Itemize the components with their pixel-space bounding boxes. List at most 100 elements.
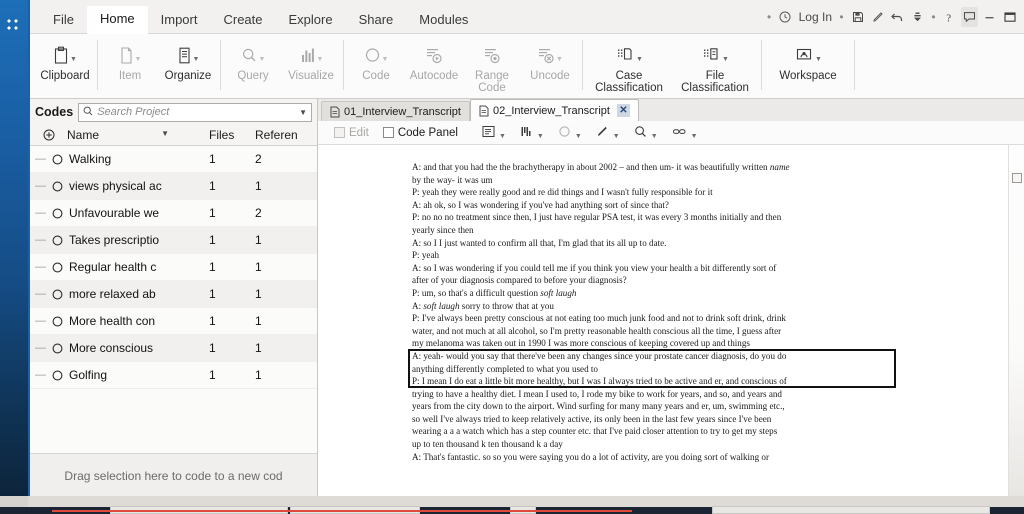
table-row[interactable]: — views physical ac 1 1: [30, 173, 317, 200]
ribbon-button-file-classification[interactable]: ▼ File Classification: [672, 34, 758, 98]
drag-drop-zone[interactable]: Drag selection here to code to a new cod: [30, 453, 317, 497]
checkbox-icon[interactable]: [334, 127, 345, 138]
ribbon-button-uncode[interactable]: ▼ Uncode: [521, 34, 579, 98]
ribbon-divider-4: [582, 40, 583, 90]
table-row[interactable]: — More conscious 1 1: [30, 335, 317, 362]
document-tab-label: 02_Interview_Transcript: [492, 104, 610, 117]
ribbon-button-workspace[interactable]: ▼ Workspace: [765, 34, 851, 98]
chevron-down-icon[interactable]: ▼: [651, 133, 658, 140]
tree-connector: —: [35, 369, 46, 381]
code-references-count: 1: [255, 368, 262, 382]
add-code-icon[interactable]: [35, 129, 63, 141]
chevron-down-icon[interactable]: ▼: [299, 108, 307, 117]
code-references-count: 2: [255, 152, 262, 166]
code-name: More conscious: [69, 341, 154, 355]
menu-item-import[interactable]: Import: [148, 7, 211, 34]
workspace-body: Codes Search Project ▼ Name ▼ Files Refe…: [30, 99, 1024, 513]
column-header-name[interactable]: Name ▼: [63, 128, 209, 142]
table-row[interactable]: — More health con 1 1: [30, 308, 317, 335]
chat-icon[interactable]: [961, 7, 978, 27]
ribbon-button-clipboard[interactable]: ▼ Clipboard: [36, 34, 94, 98]
code-circle-icon[interactable]: [47, 370, 67, 381]
redo-dropdown-icon[interactable]: [909, 7, 926, 27]
link-button[interactable]: ▼: [666, 125, 704, 141]
move-grip-icon[interactable]: [6, 18, 23, 33]
code-circle-icon[interactable]: [47, 181, 67, 192]
ribbon-button-query[interactable]: ▼ Query: [224, 34, 282, 98]
highlight-button[interactable]: ▼: [590, 125, 626, 141]
code-name: Takes prescriptio: [69, 233, 160, 247]
pencil-icon[interactable]: [869, 7, 886, 27]
tree-connector: —: [35, 261, 46, 273]
menu-item-share[interactable]: Share: [346, 7, 407, 34]
menu-item-file[interactable]: File: [40, 7, 87, 34]
code-circle-icon[interactable]: [47, 289, 67, 300]
transcript-name-italic: name: [769, 162, 790, 172]
ribbon-button-visualize[interactable]: ▼ Visualize: [282, 34, 340, 98]
ribbon-button-autocode[interactable]: Autocode: [405, 34, 463, 98]
save-icon[interactable]: [849, 7, 866, 27]
code-circle-icon[interactable]: [47, 154, 67, 165]
scrollbar-thumb[interactable]: [1012, 173, 1022, 183]
chevron-down-icon[interactable]: ▼: [613, 133, 620, 140]
table-row[interactable]: — Golfing 1 1: [30, 362, 317, 389]
checkbox-icon[interactable]: [382, 127, 394, 138]
document-scroll-area[interactable]: A: and that you had the the brachytherap…: [318, 145, 1024, 513]
document-vertical-scrollbar[interactable]: [1008, 145, 1024, 513]
table-row[interactable]: — Unfavourable we 1 2: [30, 200, 317, 227]
separator-dot: •: [767, 10, 772, 24]
zoom-button[interactable]: ▼: [628, 125, 664, 141]
document-tab-02[interactable]: 02_Interview_Transcript ✕: [469, 99, 639, 121]
link-icon: [672, 125, 687, 141]
minimize-icon[interactable]: [981, 7, 998, 27]
code-circle-icon[interactable]: [47, 235, 67, 246]
code-panel-toggle-label: Code Panel: [397, 126, 458, 139]
close-icon[interactable]: ✕: [616, 104, 630, 117]
clock-icon[interactable]: [777, 7, 794, 27]
document-tab-01[interactable]: 01_Interview_Transcript: [321, 101, 470, 121]
ribbon-button-case-classification[interactable]: ▼ Case Classification: [586, 34, 672, 98]
chevron-down-icon[interactable]: ▼: [575, 133, 582, 140]
search-input[interactable]: Search Project ▼: [78, 102, 312, 122]
code-circle-icon[interactable]: [47, 343, 67, 354]
table-row[interactable]: — Takes prescriptio 1 1: [30, 227, 317, 254]
text-panel-button[interactable]: ▼: [476, 125, 512, 141]
code-selection-button[interactable]: ▼: [552, 125, 588, 141]
menu-item-modules[interactable]: Modules: [406, 7, 481, 34]
chevron-down-icon: ▼: [636, 55, 643, 63]
menu-item-create[interactable]: Create: [210, 7, 275, 34]
code-circle-icon[interactable]: [47, 208, 67, 219]
chevron-down-icon[interactable]: ▼: [499, 133, 506, 140]
menu-item-home[interactable]: Home: [86, 6, 148, 34]
window-controls: • Log In • • ?: [765, 0, 1018, 34]
ribbon-button-range-code[interactable]: Range Code: [463, 34, 521, 98]
codes-pane-header: Codes Search Project ▼: [30, 99, 317, 125]
ribbon-label-organize: Organize: [164, 70, 212, 82]
transcript-text[interactable]: A: and that you had the the brachytherap…: [412, 161, 892, 463]
table-row[interactable]: — more relaxed ab 1 1: [30, 281, 317, 308]
coding-stripes-button[interactable]: ▼: [514, 125, 550, 141]
chevron-down-icon: ▼: [70, 55, 77, 63]
code-circle-icon[interactable]: [47, 316, 67, 327]
column-header-files[interactable]: Files: [209, 128, 255, 142]
ribbon-label-item: Item: [118, 70, 142, 82]
menu-item-explore[interactable]: Explore: [276, 7, 346, 34]
ribbon-button-item[interactable]: ▼ Item: [101, 34, 159, 98]
table-row[interactable]: — Regular health c 1 1: [30, 254, 317, 281]
chevron-down-icon: ▼: [316, 55, 324, 63]
help-icon[interactable]: ?: [941, 7, 958, 27]
edit-toggle[interactable]: Edit: [328, 127, 375, 139]
undo-icon[interactable]: [889, 7, 906, 27]
taskbar-item-4[interactable]: [712, 506, 990, 514]
chevron-down-icon[interactable]: ▼: [691, 133, 698, 140]
chevron-down-icon[interactable]: ▼: [537, 133, 544, 140]
login-button[interactable]: Log In: [797, 10, 834, 24]
ribbon-button-organize[interactable]: ▼ Organize: [159, 34, 217, 98]
organize-icon: ▼: [177, 40, 199, 70]
table-row[interactable]: — Walking 1 2: [30, 146, 317, 173]
code-panel-toggle[interactable]: Code Panel: [377, 127, 464, 139]
code-circle-icon[interactable]: [47, 262, 67, 273]
ribbon-button-code[interactable]: ▼ Code: [347, 34, 405, 98]
maximize-icon[interactable]: [1001, 7, 1018, 27]
column-header-references[interactable]: Referen: [255, 128, 317, 142]
